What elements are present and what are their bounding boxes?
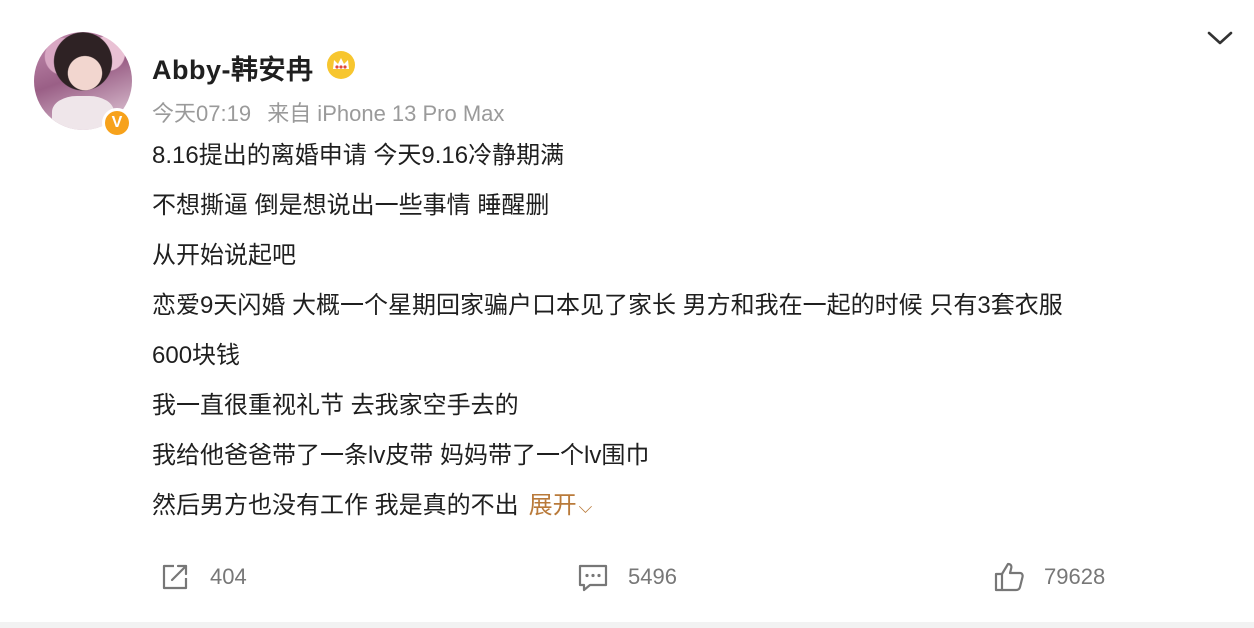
expand-link[interactable]: 展开 ⌵: [529, 492, 593, 519]
chevron-down-icon[interactable]: [1206, 28, 1234, 48]
like-count: 79628: [1044, 564, 1106, 589]
expand-chevron-icon: ⌵: [578, 497, 593, 517]
post-line: 600块钱: [152, 342, 241, 369]
thumbs-up-icon: [994, 562, 1024, 592]
repost-button[interactable]: 404: [158, 560, 247, 594]
weibo-post-card: V Abby-韩安冉 今天07:19 来自 iPhone 13 Pro Max …: [0, 0, 1254, 628]
post-content: 8.16提出的离婚申请 今天9.16冷静期满 不想撕逼 倒是想说出一些事情 睡醒…: [152, 138, 1232, 538]
post-line: 从开始说起吧: [152, 242, 296, 269]
comment-icon: [578, 564, 608, 592]
post-line: 我一直很重视礼节 去我家空手去的: [152, 392, 519, 419]
post-line: 我给他爸爸带了一条lv皮带 妈妈带了一个lv围巾: [152, 442, 650, 469]
expand-label: 展开: [528, 492, 577, 519]
action-bar: 404 5496 79628: [0, 560, 1254, 600]
comment-button[interactable]: 5496: [576, 560, 677, 594]
repost-count: 404: [210, 564, 247, 589]
post-line-text: 然后男方也没有工作 我是真的不出: [152, 492, 519, 519]
post-line-last: 然后男方也没有工作 我是真的不出 展开 ⌵: [152, 488, 1232, 538]
comment-count: 5496: [628, 564, 677, 589]
repost-icon: [162, 564, 188, 590]
post-source: 来自 iPhone 13 Pro Max: [267, 101, 505, 126]
post-line: 恋爱9天闪婚 大概一个星期回家骗户口本见了家长 男方和我在一起的时候 只有3套衣…: [152, 292, 1063, 319]
card-divider: [0, 622, 1254, 628]
like-button[interactable]: 79628: [992, 560, 1105, 594]
username[interactable]: Abby-韩安冉: [152, 48, 314, 87]
post-time: 今天07:19: [152, 101, 252, 126]
crown-icon[interactable]: [326, 50, 356, 80]
post-meta: 今天07:19 来自 iPhone 13 Pro Max: [152, 96, 504, 128]
post-line: 8.16提出的离婚申请 今天9.16冷静期满: [152, 142, 565, 169]
post-line: 不想撕逼 倒是想说出一些事情 睡醒删: [152, 192, 550, 219]
verified-badge-icon: V: [102, 108, 132, 138]
